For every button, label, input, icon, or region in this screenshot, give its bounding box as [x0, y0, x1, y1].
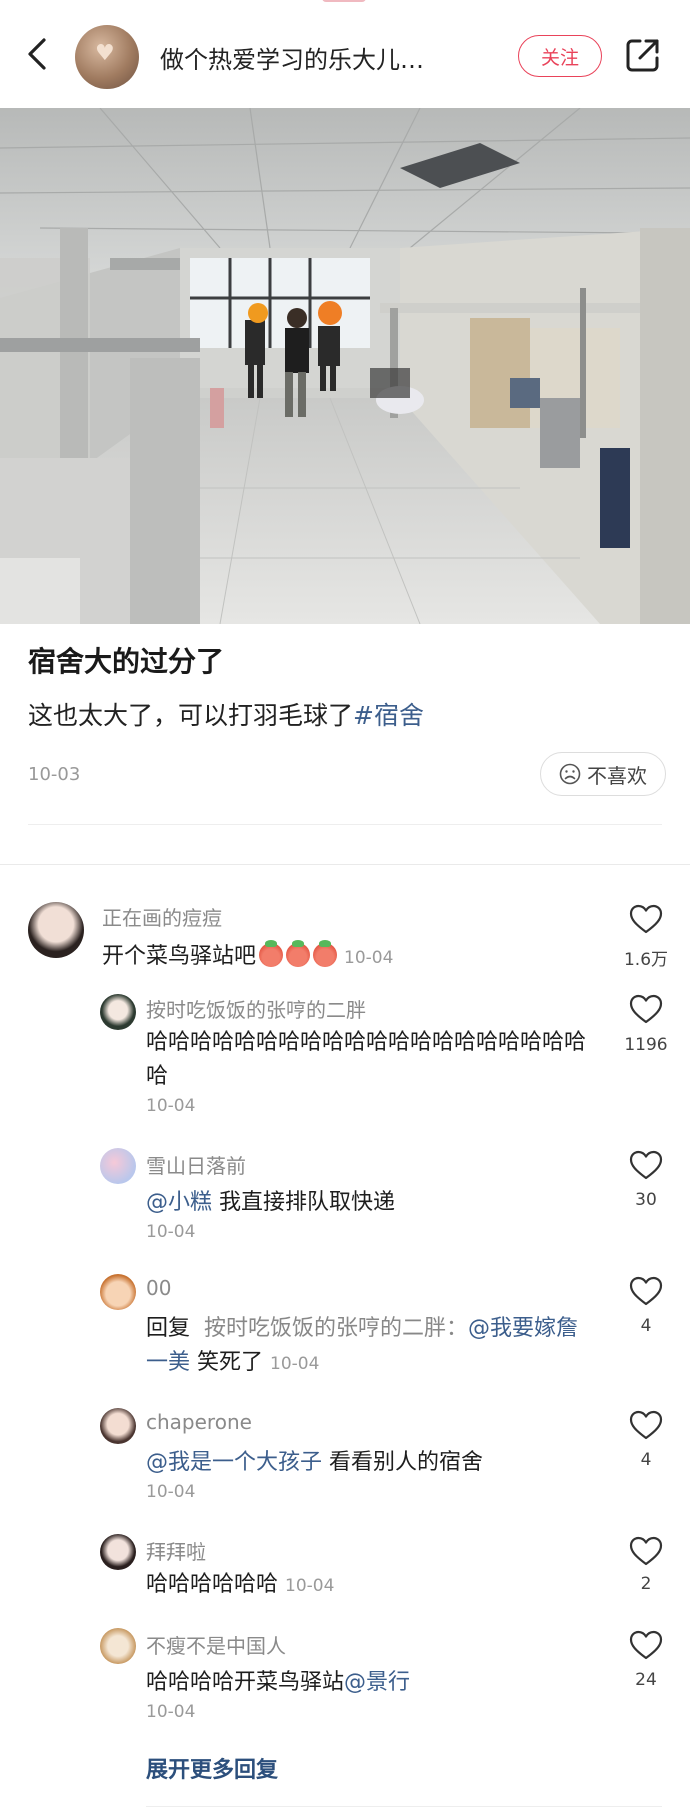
peach-emoji-icon — [313, 940, 338, 967]
back-arrow-icon[interactable] — [20, 36, 56, 72]
commenter-avatar[interactable] — [100, 1274, 136, 1310]
comment-date: 10-04 — [146, 1096, 196, 1116]
post-title: 宿舍大的过分了 — [28, 645, 225, 678]
commenter-name[interactable]: 不瘦不是中国人 — [146, 1630, 286, 1659]
comment-text: 回复 按时吃饭饭的张哼的二胖：@我要嫁詹一美 笑死了 10-04 — [146, 1312, 596, 1381]
top-bar: ♥ 做个热爱学习的乐大儿… 关注 — [0, 0, 690, 108]
heart-icon[interactable] — [629, 904, 663, 934]
comment-text: @小糕 我直接排队取快递 — [146, 1186, 395, 1220]
commenter-name[interactable]: 雪山日落前 — [146, 1150, 246, 1179]
like-count: 4 — [640, 1450, 652, 1470]
author-avatar[interactable]: ♥ — [75, 25, 139, 89]
comment-text: 开个菜鸟驿站吧 10-04 — [102, 940, 393, 975]
mention-link[interactable]: @景行 — [344, 1670, 410, 1695]
sad-face-icon — [559, 763, 581, 785]
divider — [28, 824, 662, 825]
comment-body: 笑死了 — [190, 1350, 264, 1375]
heart-icon[interactable] — [629, 994, 663, 1024]
like-count: 4 — [640, 1316, 652, 1336]
commenter-name[interactable]: 00 — [146, 1276, 171, 1300]
author-name[interactable]: 做个热爱学习的乐大儿… — [160, 40, 424, 75]
comment-date: 10-04 — [285, 1576, 335, 1596]
heart-icon[interactable] — [629, 1150, 663, 1180]
commenter-avatar[interactable] — [100, 1408, 136, 1444]
like-count: 2 — [640, 1574, 652, 1594]
comment-text: 哈哈哈哈哈哈 10-04 — [146, 1568, 334, 1603]
comment-date: 10-04 — [146, 1222, 196, 1242]
like-count: 1196 — [624, 1035, 668, 1055]
comment-body: 哈哈哈哈哈哈 — [146, 1572, 279, 1597]
mention-link[interactable]: @我是一个大孩子 — [146, 1450, 322, 1475]
follow-button[interactable]: 关注 — [518, 35, 602, 77]
commenter-name[interactable]: chaperone — [146, 1410, 252, 1434]
comment-text: 哈哈哈哈开菜鸟驿站@景行 — [146, 1666, 410, 1700]
peach-emoji-icon — [259, 940, 284, 967]
comment-body: 哈哈哈哈开菜鸟驿站 — [146, 1670, 345, 1695]
commenter-avatar[interactable] — [100, 1534, 136, 1570]
section-divider — [0, 864, 690, 865]
heart-hands-avatar-icon: ♥ — [95, 41, 115, 66]
reply-to-name[interactable]: 按时吃饭饭的张哼的二胖： — [204, 1316, 468, 1341]
dislike-button[interactable]: 不喜欢 — [540, 752, 666, 796]
commenter-name[interactable]: 拜拜啦 — [146, 1536, 206, 1565]
status-notch — [322, 0, 366, 2]
heart-icon[interactable] — [629, 1410, 663, 1440]
share-icon[interactable] — [624, 36, 662, 74]
heart-icon[interactable] — [629, 1630, 663, 1660]
peach-emoji-icon — [286, 940, 311, 967]
mention-link[interactable]: @小糕 — [146, 1190, 212, 1215]
comment-date: 10-04 — [146, 1702, 196, 1722]
dislike-label: 不喜欢 — [587, 763, 647, 788]
comment-date: 10-04 — [344, 948, 394, 968]
comment-date: 10-04 — [146, 1482, 196, 1502]
commenter-name[interactable]: 正在画的痘痘 — [102, 902, 222, 931]
like-count: 1.6万 — [623, 950, 669, 970]
comment-date: 10-04 — [270, 1354, 320, 1374]
comment-body: 开个菜鸟驿站吧 — [102, 944, 257, 969]
comment-text: @我是一个大孩子 看看别人的宿舍 — [146, 1446, 483, 1480]
hashtag-link[interactable]: #宿舍 — [353, 701, 424, 730]
heart-icon[interactable] — [629, 1276, 663, 1306]
dorm-room-photo — [0, 108, 690, 624]
commenter-avatar[interactable] — [28, 902, 84, 958]
comment-body: 看看别人的宿舍 — [322, 1450, 484, 1475]
expand-more-replies-button[interactable]: 展开更多回复 — [146, 1752, 278, 1784]
commenter-name[interactable]: 按时吃饭饭的张哼的二胖 — [146, 994, 366, 1023]
commenter-avatar[interactable] — [100, 1148, 136, 1184]
post-body-text: 这也太大了，可以打羽毛球了 — [28, 701, 354, 730]
commenter-avatar[interactable] — [100, 1628, 136, 1664]
heart-icon[interactable] — [629, 1536, 663, 1566]
reply-label: 回复 — [146, 1316, 191, 1341]
like-count: 24 — [635, 1670, 657, 1690]
like-count: 30 — [635, 1190, 657, 1210]
comment-body: 我直接排队取快递 — [212, 1190, 396, 1215]
post-photo[interactable] — [0, 108, 690, 624]
post-body: 这也太大了，可以打羽毛球了#宿舍 — [28, 696, 424, 732]
comment-text: 哈哈哈哈哈哈哈哈哈哈哈哈哈哈哈哈哈哈哈哈哈 — [146, 1030, 587, 1089]
post-date: 10-03 — [28, 764, 81, 785]
divider — [146, 1806, 662, 1807]
commenter-avatar[interactable] — [100, 994, 136, 1030]
